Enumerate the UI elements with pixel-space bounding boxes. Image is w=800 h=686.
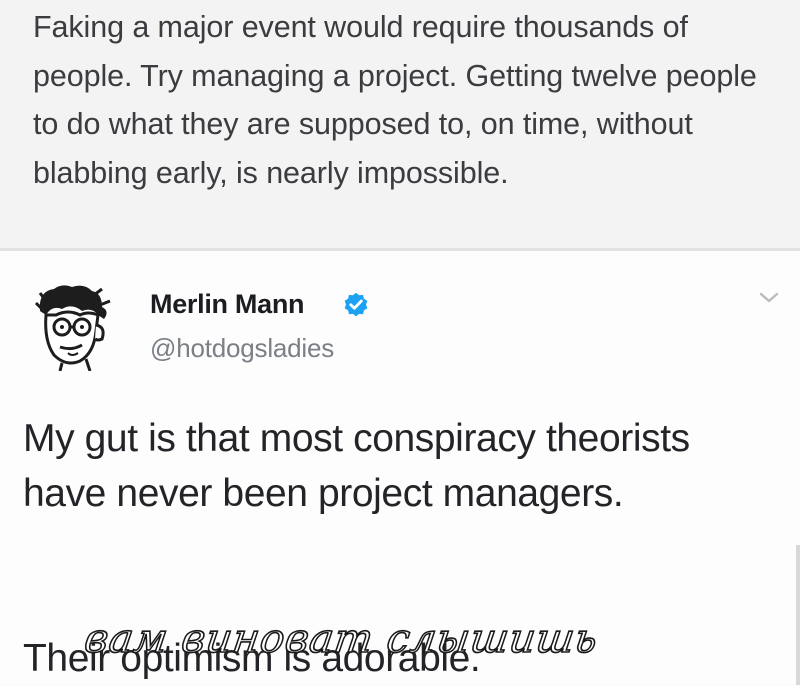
quoted-post: Faking a major event would require thous…	[0, 0, 800, 248]
user-handle[interactable]: @hotdogsladies	[150, 333, 334, 364]
tweet-body: My gut is that most conspiracy theorists…	[23, 417, 690, 515]
chevron-down-icon[interactable]	[758, 291, 780, 305]
quoted-post-text: Faking a major event would require thous…	[33, 10, 757, 190]
scrollbar[interactable]	[796, 545, 800, 685]
display-name[interactable]: Merlin Mann	[150, 289, 305, 320]
watermark-text: вам виноват слышишь	[81, 615, 602, 663]
verified-badge-icon	[344, 292, 368, 317]
caricature-avatar-icon	[34, 285, 111, 372]
avatar[interactable]	[32, 281, 114, 372]
